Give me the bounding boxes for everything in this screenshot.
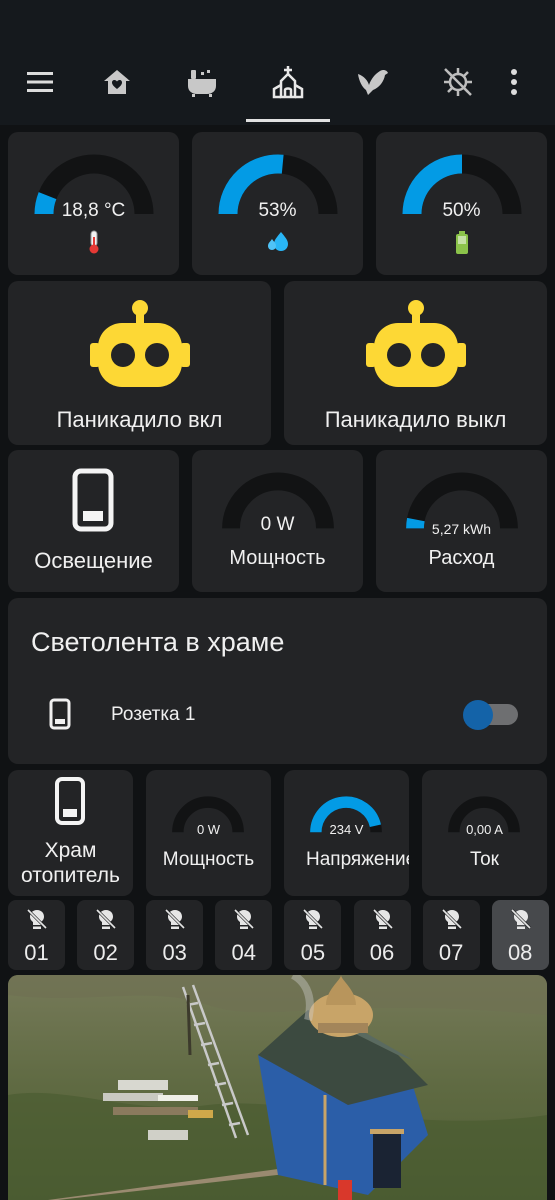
heater-voltage-label: Напряжение [306, 849, 409, 870]
slot-button-03[interactable]: 03 [146, 900, 204, 970]
led-strip-card: Светолента в храме Розетка 1 [8, 598, 547, 764]
chandelier-on-label: Паникадило вкл [56, 407, 223, 432]
robot-icon [90, 300, 190, 387]
lightbulb-off-icon [165, 908, 186, 930]
tab-bird[interactable] [353, 62, 393, 102]
humidity-value: 53% [258, 200, 297, 221]
slot-button-08[interactable]: 08 [491, 900, 549, 970]
lightbulb-off-icon [441, 908, 462, 930]
camera-feed[interactable] [8, 975, 547, 1200]
lightbulb-off-icon [234, 908, 255, 930]
battery-icon [454, 231, 470, 260]
slot-button-04[interactable]: 04 [215, 900, 273, 970]
robot-icon [366, 300, 466, 387]
chandelier-off-button[interactable]: Паникадило выкл [284, 281, 547, 445]
slot-number: 02 [93, 940, 118, 965]
lightbulb-off-icon [372, 908, 393, 930]
thermometer-icon [86, 230, 102, 259]
lighting-switch[interactable]: Освещение [8, 450, 179, 592]
slot-button-06[interactable]: 06 [353, 900, 411, 970]
camera-image [8, 975, 547, 1200]
tab-church[interactable] [268, 62, 308, 102]
chandelier-off-label: Паникадило выкл [324, 407, 507, 432]
bathtub-icon [188, 70, 216, 97]
led-strip-title: Светолента в храме [31, 627, 285, 657]
led-strip-toggle-knob[interactable] [463, 700, 493, 730]
tab-bath[interactable] [182, 62, 222, 102]
lighting-power-value: 0 W [260, 514, 295, 535]
heater-power-label: Мощность [162, 849, 255, 870]
lightbulb-off-icon [303, 908, 324, 930]
heater-switch[interactable]: Храм отопитель [8, 770, 133, 896]
phone-switch-icon [49, 698, 71, 730]
tab-virus[interactable] [438, 62, 478, 102]
heater-current-card[interactable]: 0,00 A Ток [422, 770, 547, 896]
led-strip-entity-label: Розетка 1 [111, 704, 196, 725]
heater-voltage-card[interactable]: 234 V Напряжение [284, 770, 409, 896]
slot-button-02[interactable]: 02 [77, 900, 135, 970]
slot-number: 04 [231, 940, 257, 965]
active-tab-indicator [246, 119, 330, 122]
lighting-power-card[interactable]: 0 W Мощность [192, 450, 363, 592]
heater-voltage-value: 234 V [329, 822, 364, 837]
slot-number: 08 [507, 940, 533, 965]
battery-card[interactable]: 50% [376, 132, 547, 275]
top-toolbar [0, 0, 555, 125]
lightbulb-off-icon [96, 908, 117, 930]
heater-label: Храм отопитель [21, 839, 120, 887]
slot-number: 01 [24, 940, 49, 965]
slot-number: 05 [300, 940, 326, 965]
lightbulb-off-icon [510, 908, 531, 930]
heater-power-value: 0 W [196, 822, 221, 837]
chandelier-on-button[interactable]: Паникадило вкл [8, 281, 271, 445]
lighting-consumption-label: Расход [428, 547, 495, 569]
church-icon [272, 66, 304, 99]
lighting-label: Освещение [34, 548, 153, 573]
slot-number: 07 [438, 940, 464, 965]
phone-switch-icon [72, 468, 114, 532]
bird-icon [358, 69, 388, 95]
heater-power-card[interactable]: 0 W Мощность [146, 770, 271, 896]
temperature-value: 18,8 °C [61, 200, 126, 221]
battery-value: 50% [442, 200, 481, 221]
slot-button-01[interactable]: 01 [8, 900, 65, 970]
temperature-card[interactable]: 18,8 °C [8, 132, 179, 275]
lighting-consumption-value: 5,27 kWh [431, 521, 492, 537]
lightbulb-off-icon [26, 908, 48, 930]
virus-off-icon [444, 68, 472, 96]
humidity-card[interactable]: 53% [192, 132, 363, 275]
water-drops-icon [266, 231, 290, 258]
slot-button-05[interactable]: 05 [284, 900, 342, 970]
heater-current-label: Ток [469, 849, 499, 870]
menu-icon[interactable] [20, 62, 60, 102]
heater-current-value: 0,00 A [466, 822, 503, 837]
lighting-consumption-card[interactable]: 5,27 kWh Расход [376, 450, 547, 592]
home-heart-icon [104, 70, 130, 94]
more-vertical-icon[interactable] [494, 62, 534, 102]
slot-number: 03 [162, 940, 187, 965]
lighting-power-label: Мощность [229, 547, 326, 569]
phone-switch-icon [55, 777, 85, 825]
tab-home[interactable] [97, 62, 137, 102]
slot-button-07[interactable]: 07 [422, 900, 480, 970]
slot-number: 06 [369, 940, 395, 965]
